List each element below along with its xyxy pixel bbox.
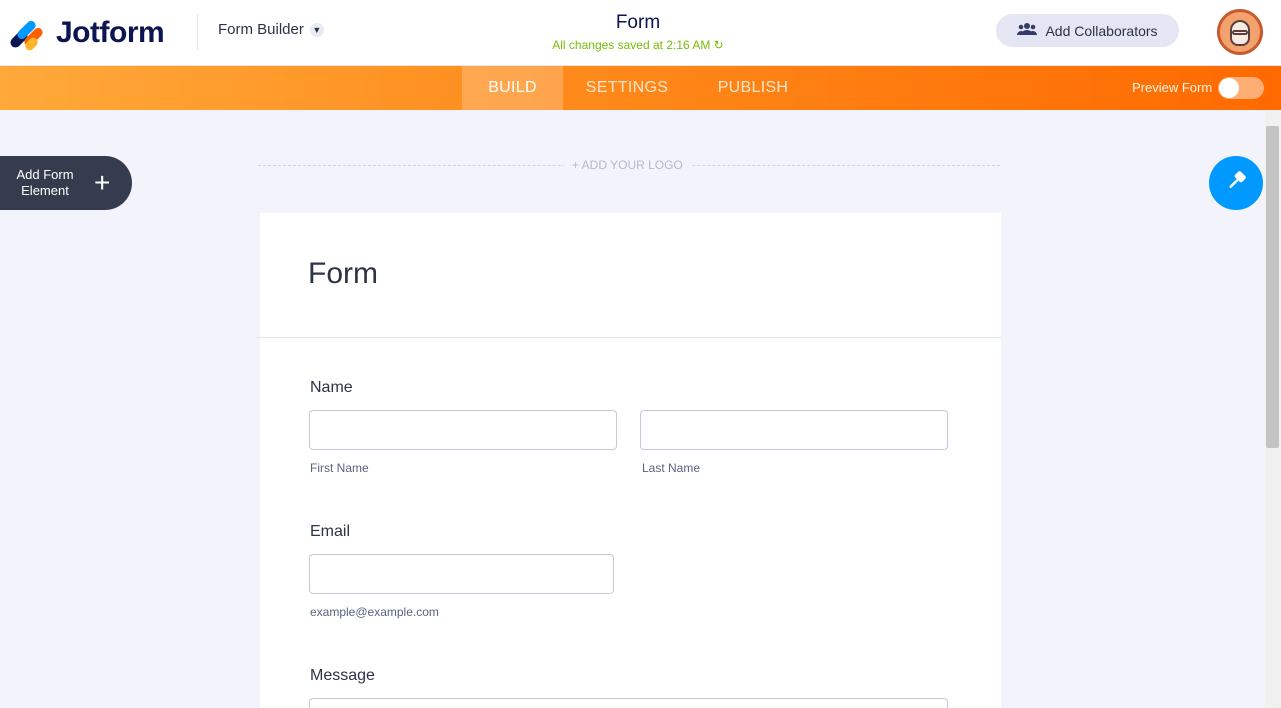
last-name-input[interactable]: [640, 410, 948, 450]
form-card: Form Name First Name Last Name Email exa…: [256, 213, 1001, 708]
first-name-input[interactable]: [309, 410, 617, 450]
email-field-label: Email: [310, 523, 351, 540]
message-textarea[interactable]: [309, 698, 948, 708]
save-status: All changes saved at 2:16 AM ↻: [552, 38, 724, 52]
jotform-logo-icon: [8, 17, 45, 53]
add-collaborators-button[interactable]: Add Collaborators: [996, 14, 1179, 47]
tab-settings[interactable]: SETTINGS: [574, 66, 680, 110]
preview-form-label: Preview Form: [1132, 80, 1213, 95]
heading-divider: [256, 337, 1001, 338]
email-input[interactable]: [309, 554, 614, 594]
form-designer-button[interactable]: [1209, 156, 1263, 210]
name-field-label: Name: [310, 379, 353, 396]
form-builder-label: Form Builder: [218, 21, 304, 38]
preview-form-toggle[interactable]: [1218, 77, 1264, 99]
scrollbar-thumb[interactable]: [1266, 126, 1279, 448]
add-form-element-label: Add Form Element: [16, 167, 74, 198]
message-field-label: Message: [310, 667, 375, 684]
form-title-block: Form All changes saved at 2:16 AM ↻: [538, 12, 738, 52]
add-logo-link[interactable]: + ADD YOUR LOGO: [564, 158, 691, 172]
top-header: Jotform Form Builder ▼ Form All changes …: [0, 0, 1281, 66]
add-collaborators-label: Add Collaborators: [1045, 22, 1158, 39]
plus-icon: +: [94, 167, 111, 198]
tab-publish[interactable]: PUBLISH: [706, 66, 800, 110]
brand-name: Jotform: [56, 16, 165, 49]
user-avatar[interactable]: [1217, 9, 1263, 55]
paint-roller-icon: [1224, 169, 1248, 198]
toggle-knob: [1219, 78, 1239, 98]
last-name-sublabel: Last Name: [642, 461, 701, 475]
first-name-sublabel: First Name: [310, 461, 369, 475]
tab-build[interactable]: BUILD: [462, 66, 563, 110]
jotform-logo[interactable]: Jotform: [8, 16, 165, 53]
builder-navbar: BUILD SETTINGS PUBLISH Preview Form: [0, 66, 1281, 110]
avatar-glasses: [1232, 30, 1248, 35]
form-builder-dropdown[interactable]: Form Builder ▼: [218, 21, 324, 38]
form-title[interactable]: Form: [538, 12, 738, 34]
form-heading[interactable]: Form: [308, 257, 378, 291]
add-form-element-button[interactable]: Add Form Element +: [0, 156, 132, 210]
users-icon: [1017, 22, 1038, 39]
chevron-down-icon: ▼: [309, 22, 324, 37]
email-sublabel: example@example.com: [310, 605, 439, 619]
header-divider: [197, 14, 198, 50]
